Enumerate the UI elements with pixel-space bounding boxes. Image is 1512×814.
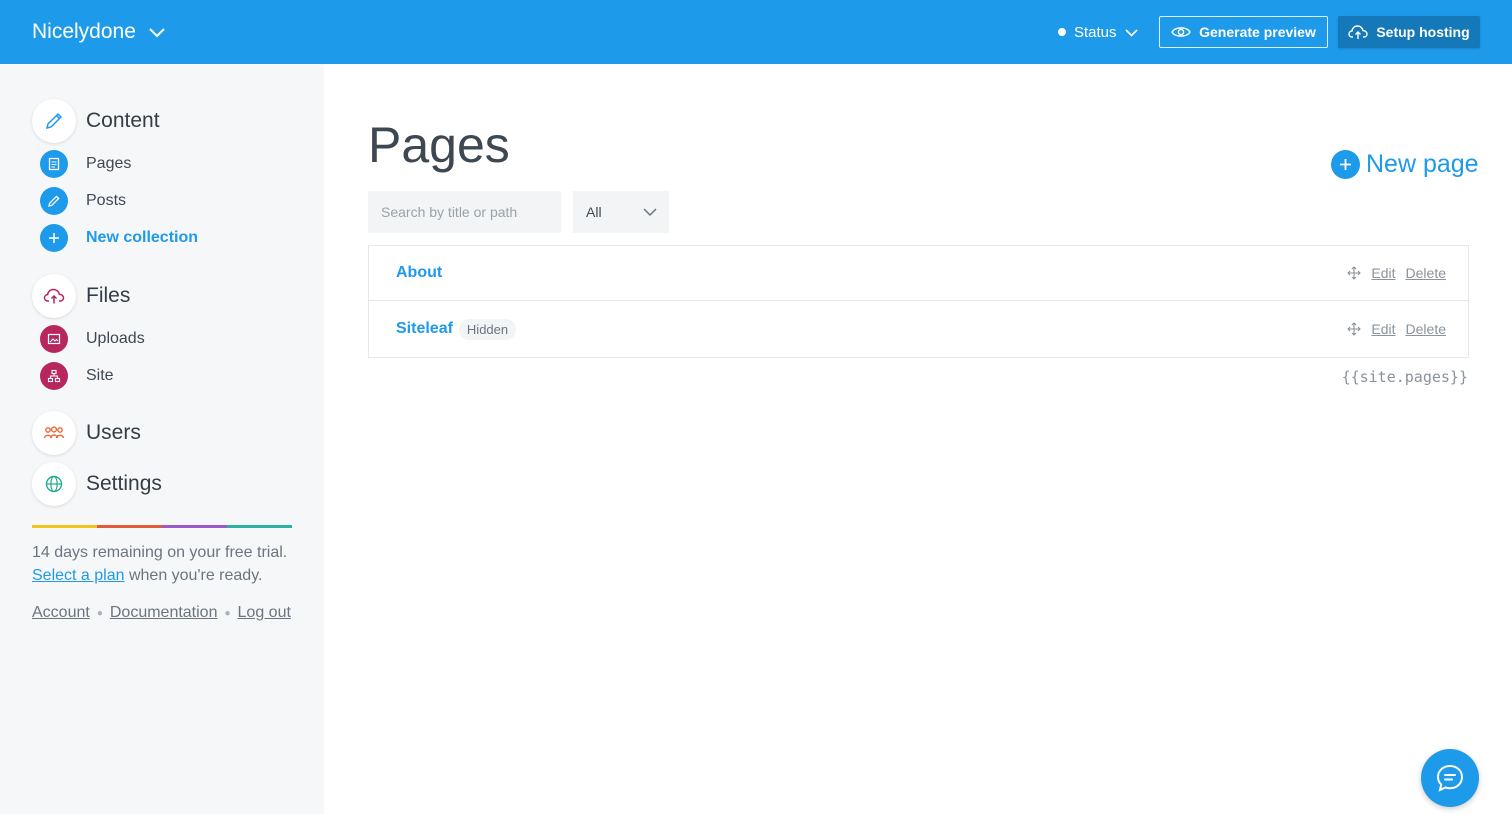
trial-remaining-text: 14 days remaining on your free trial. [32,544,288,561]
sidebar-section-label: Files [86,284,131,307]
trial-ready-text: when you're ready. [124,567,263,584]
sidebar-item-site[interactable]: Site [40,362,114,390]
top-bar: Nicelydone Status Generate preview Setup… [0,0,1512,64]
trial-progress-bar [32,525,292,528]
pencil-icon [32,99,76,143]
page-title-link[interactable]: Siteleaf [396,320,453,338]
separator-dot: ● [96,607,103,619]
row-actions: Edit Delete [1347,246,1446,300]
status-dropdown[interactable]: Status [1058,0,1138,64]
sidebar-item-uploads[interactable]: Uploads [40,325,145,353]
sidebar-item-label: Uploads [86,330,145,347]
sidebar-item-label: New collection [86,229,199,246]
documentation-link[interactable]: Documentation [110,604,218,622]
delete-link[interactable]: Delete [1406,265,1446,281]
sidebar-section-label: Users [86,421,141,444]
cloud-upload-icon [32,274,76,318]
separator-dot: ● [224,607,231,619]
sidebar-item-label: Pages [86,155,132,172]
chevron-down-icon [643,208,657,217]
table-row: About Edit Delete [369,246,1468,301]
sidebar-section-content[interactable]: Content [32,99,160,143]
move-handle-icon[interactable] [1347,322,1362,336]
site-switcher[interactable]: Nicelydone [32,0,166,64]
search-input[interactable] [368,191,561,233]
row-actions: Edit Delete [1347,301,1446,357]
chevron-down-icon [149,28,165,38]
sitemap-icon [40,362,68,390]
eye-icon [1171,27,1191,37]
sidebar-item-label: Posts [86,192,127,209]
edit-link[interactable]: Edit [1371,265,1395,281]
status-label: Status [1074,23,1117,41]
image-icon [40,325,68,353]
sidebar-section-files[interactable]: Files [32,274,130,318]
sidebar-section-label: Settings [86,472,162,495]
generate-preview-label: Generate preview [1199,24,1316,40]
hidden-badge: Hidden [458,318,517,340]
setup-hosting-label: Setup hosting [1376,24,1470,40]
delete-link[interactable]: Delete [1406,321,1446,337]
sidebar-section-users[interactable]: Users [32,411,141,455]
new-page-label: New page [1366,150,1479,178]
plus-icon [1331,150,1360,179]
sidebar-item-posts[interactable]: Posts [40,187,126,215]
pencil-icon [40,187,68,215]
chat-button[interactable] [1421,749,1479,807]
users-icon [32,411,76,455]
page-title: Pages [368,117,510,173]
new-page-button[interactable]: New page [1331,150,1479,179]
setup-hosting-button[interactable]: Setup hosting [1338,16,1480,48]
generate-preview-button[interactable]: Generate preview [1159,16,1328,48]
page-title-link[interactable]: About [396,264,442,282]
chevron-down-icon [1124,28,1138,37]
site-name: Nicelydone [32,20,136,43]
filter-select-value: All [586,204,602,220]
chat-icon [1436,764,1464,792]
select-plan-link[interactable]: Select a plan [32,567,125,584]
liquid-tag-hint: {{site.pages}} [1341,368,1468,386]
globe-icon [32,462,76,506]
plus-icon [40,224,68,252]
trial-notice: 14 days remaining on your free trial. Se… [32,541,302,587]
edit-link[interactable]: Edit [1371,321,1395,337]
sidebar-section-label: Content [86,109,160,132]
sidebar-item-new-collection[interactable]: New collection [40,224,198,252]
sidebar-section-settings[interactable]: Settings [32,462,162,506]
log-out-link[interactable]: Log out [238,604,291,622]
page-icon [40,150,68,178]
sidebar-item-pages[interactable]: Pages [40,150,131,178]
move-handle-icon[interactable] [1347,266,1362,280]
account-link[interactable]: Account [32,604,90,622]
table-row: Siteleaf Hidden Edit Delete [369,301,1468,357]
sidebar-item-label: Site [86,367,114,384]
cloud-upload-icon [1348,25,1369,39]
pages-table: About Edit Delete Siteleaf Hidden Edit D… [368,245,1469,358]
sidebar-footer-links: Account ● Documentation ● Log out [32,604,291,622]
filter-select[interactable]: All [573,191,669,233]
status-dot-icon [1058,28,1066,36]
sidebar: Content Pages Posts New collection Files… [0,64,324,814]
